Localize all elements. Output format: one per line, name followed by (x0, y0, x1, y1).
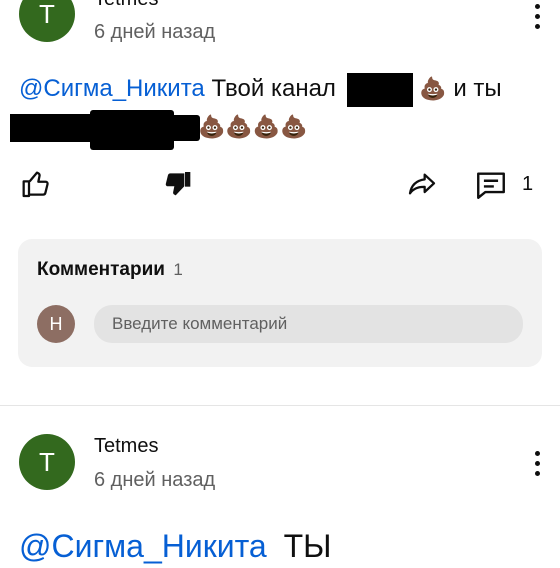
kebab-dot (534, 471, 540, 476)
post-text: Твой канал (211, 75, 336, 102)
post-timestamp[interactable]: 6 дней назад (94, 469, 215, 492)
comment-input[interactable] (94, 305, 523, 343)
like-button[interactable] (20, 167, 54, 201)
author-name[interactable]: Tetmes (94, 0, 158, 11)
author-name[interactable]: Tetmes (94, 435, 158, 458)
more-options-button[interactable] (525, 451, 549, 476)
kebab-dot (534, 14, 540, 19)
poop-emoji: 💩 (419, 76, 447, 101)
thumb-down-icon (165, 172, 191, 196)
comments-button[interactable] (472, 167, 510, 203)
poop-emoji: 💩 (252, 114, 281, 139)
mention-link[interactable]: @Сигма_Никита (19, 528, 267, 564)
dislike-button[interactable] (160, 167, 194, 201)
kebab-dot (534, 4, 540, 9)
share-icon (408, 173, 436, 195)
author-avatar[interactable]: T (19, 0, 75, 42)
comment-count: 1 (522, 173, 534, 195)
kebab-dot (534, 24, 540, 29)
post-divider (0, 405, 560, 406)
post-text: и ты (453, 75, 502, 102)
emoji-row: 💩💩💩💩 (198, 110, 308, 144)
kebab-dot (534, 461, 540, 466)
redaction-bar (346, 72, 413, 107)
mention-link[interactable]: @Сигма_Никита (19, 75, 205, 102)
kebab-dot (534, 451, 540, 456)
comments-header: Комментарии 1 (37, 259, 183, 281)
comment-icon (477, 172, 505, 199)
avatar-letter: T (39, 446, 55, 477)
user-avatar: Н (37, 305, 75, 343)
poop-emoji: 💩 (198, 114, 226, 139)
thumb-up-icon (22, 171, 49, 198)
redaction-block (10, 110, 200, 150)
post-body-line-1: @Сигма_Никита Твой канал 💩 и ты (19, 72, 502, 107)
poop-emoji: 💩 (280, 114, 308, 139)
comments-count: 1 (173, 260, 183, 279)
user-avatar-letter: Н (49, 313, 63, 334)
share-button[interactable] (404, 167, 440, 201)
avatar-letter: T (39, 0, 55, 29)
poop-emoji: 💩 (225, 114, 253, 139)
author-avatar[interactable]: T (19, 434, 75, 490)
comments-section[interactable]: Комментарии 1 Н (18, 239, 542, 367)
redaction-bar (160, 115, 200, 141)
comments-title: Комментарии (37, 259, 165, 280)
post-timestamp[interactable]: 6 дней назад (94, 21, 215, 44)
more-options-button[interactable] (525, 4, 549, 29)
post-body: @Сигма_Никита ТЫ (19, 524, 331, 568)
post-text: ТЫ (283, 528, 332, 564)
